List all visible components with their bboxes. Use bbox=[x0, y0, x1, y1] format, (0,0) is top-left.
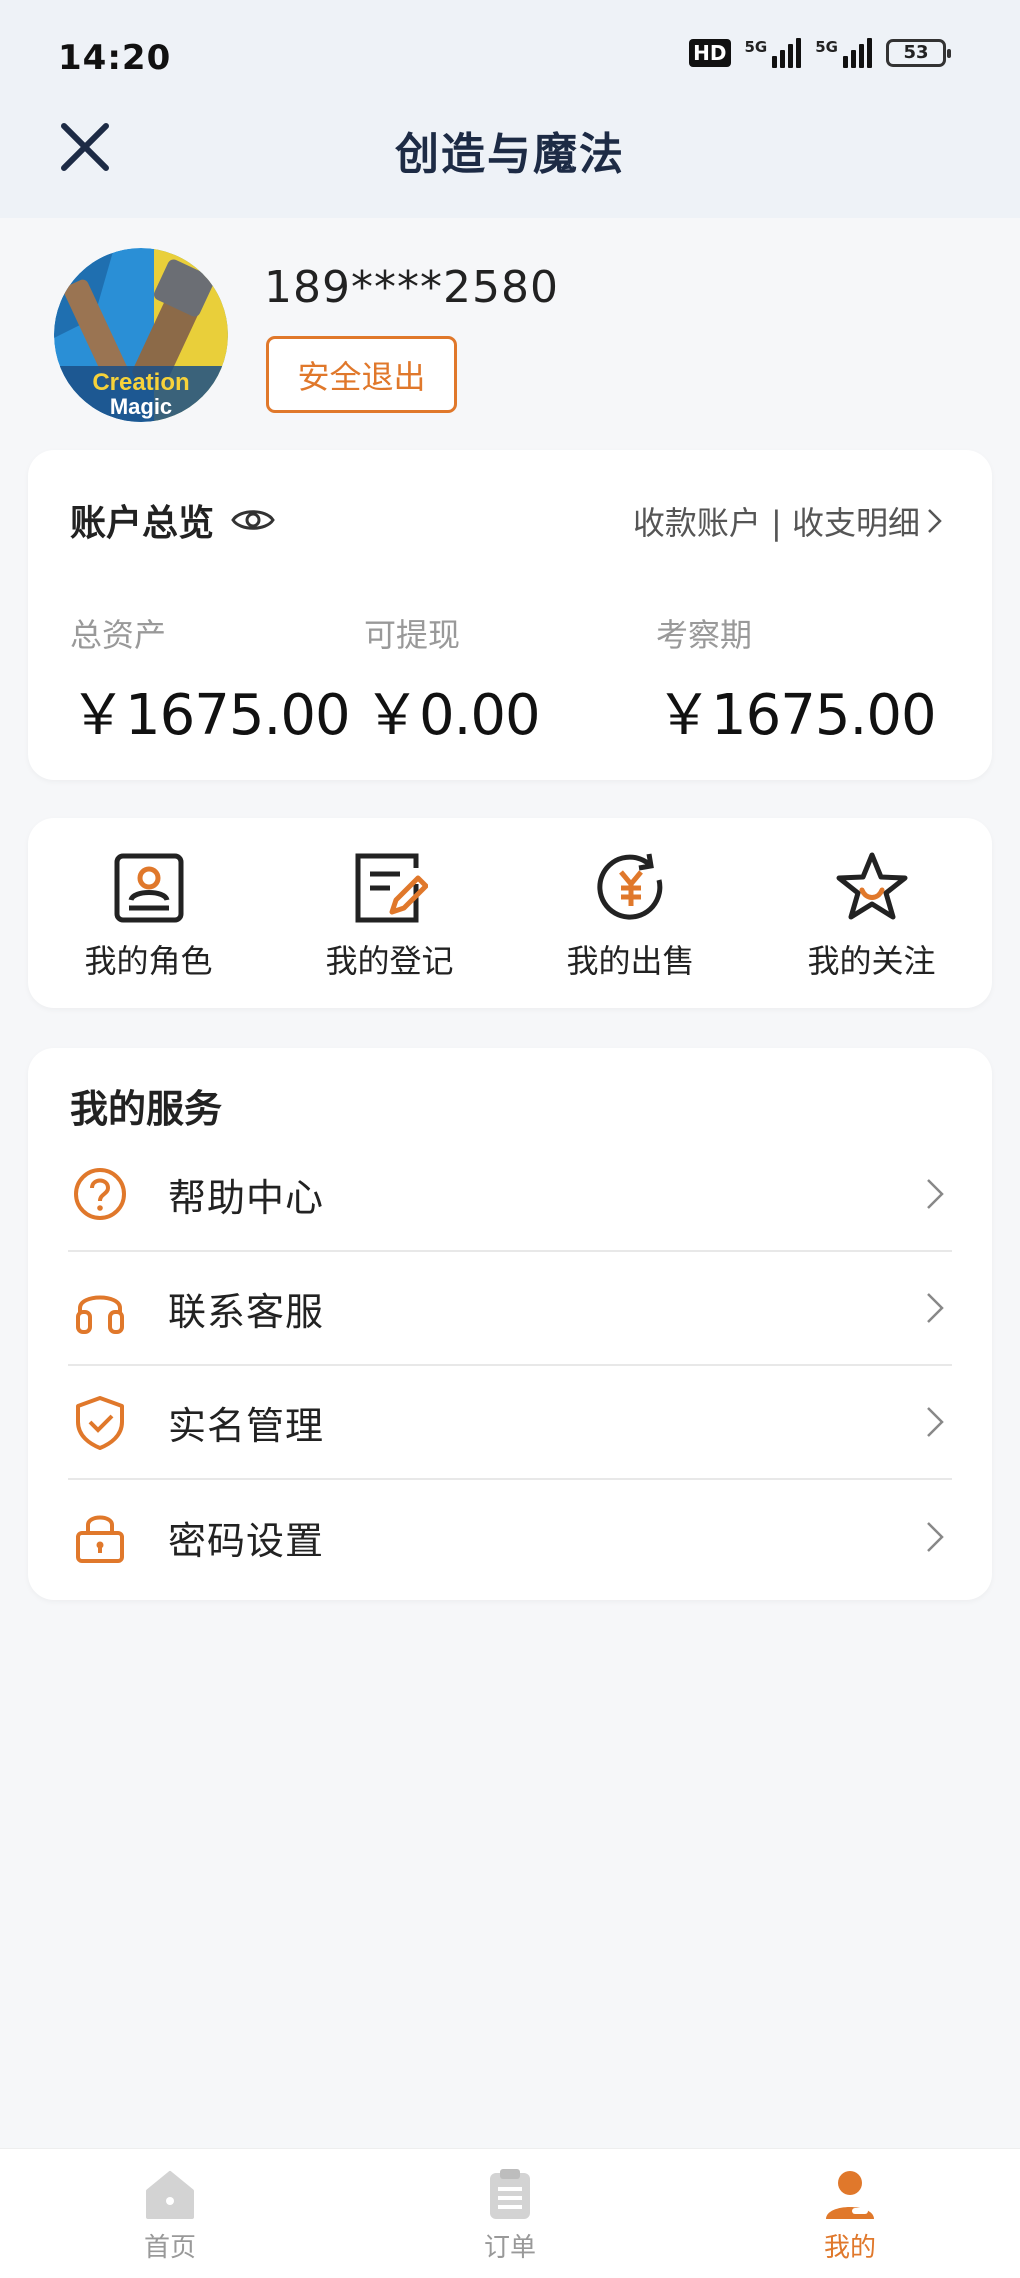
lock-icon bbox=[76, 1515, 124, 1563]
eye-icon[interactable] bbox=[230, 505, 276, 535]
chevron-right-icon bbox=[928, 509, 942, 533]
stat-withdrawable: 可提现 ￥0.00 bbox=[364, 610, 541, 751]
account-links[interactable]: 收款账户 | 收支明细 bbox=[633, 498, 944, 544]
chevron-right-icon bbox=[927, 1179, 944, 1209]
tab-mine[interactable]: 我的 bbox=[680, 2149, 1020, 2278]
service-label: 实名管理 bbox=[168, 1403, 325, 1448]
status-time: 14:20 bbox=[58, 38, 172, 78]
quick-label: 我的关注 bbox=[807, 942, 936, 980]
tab-orders[interactable]: 订单 bbox=[340, 2149, 680, 2278]
tab-label: 我的 bbox=[823, 2233, 876, 2263]
account-links-text[interactable]: 收款账户 | 收支明细 bbox=[633, 498, 920, 544]
services-card: 我的服务 帮助中心 联系客服 实名管理 密码设置 bbox=[28, 1048, 992, 1600]
stat-review-period: 考察期 ￥1675.00 bbox=[656, 610, 937, 751]
hd-badge: HD bbox=[689, 39, 731, 67]
tab-home[interactable]: 首页 bbox=[0, 2149, 340, 2278]
signal-5g-icon-2: 5G bbox=[815, 38, 872, 68]
stat-value: ￥0.00 bbox=[364, 683, 541, 748]
avatar[interactable]: Creation Magic bbox=[54, 248, 228, 422]
account-title-text: 账户总览 bbox=[70, 503, 215, 544]
service-label: 帮助中心 bbox=[168, 1175, 325, 1220]
chevron-right-icon bbox=[927, 1407, 944, 1437]
signal-5g-icon-1: 5G bbox=[745, 38, 802, 68]
stat-label: 可提现 bbox=[364, 616, 461, 654]
help-icon bbox=[74, 1168, 126, 1220]
user-phone: 189****2580 bbox=[264, 262, 559, 313]
tab-label: 订单 bbox=[483, 2233, 536, 2263]
network-label-2: 5G bbox=[815, 38, 838, 56]
stat-label: 总资产 bbox=[70, 616, 167, 654]
service-help-center[interactable]: 帮助中心 bbox=[68, 1138, 952, 1252]
service-label: 密码设置 bbox=[168, 1518, 325, 1563]
star-icon bbox=[836, 852, 907, 920]
stat-label: 考察期 bbox=[656, 616, 753, 654]
page-title: 创造与魔法 bbox=[395, 129, 625, 180]
bottom-tab-bar: 首页 订单 我的 bbox=[0, 2148, 1020, 2278]
home-icon bbox=[146, 2171, 194, 2219]
tab-label: 首页 bbox=[143, 2233, 196, 2263]
quick-my-sales[interactable]: 我的出售 bbox=[510, 818, 751, 1008]
service-real-name[interactable]: 实名管理 bbox=[68, 1366, 952, 1480]
quick-my-follows[interactable]: 我的关注 bbox=[751, 818, 992, 1008]
services-title: 我的服务 bbox=[70, 1087, 223, 1131]
user-icon bbox=[826, 2171, 874, 2219]
quick-label: 我的出售 bbox=[566, 942, 695, 980]
service-label: 联系客服 bbox=[168, 1289, 325, 1334]
svg-text:Magic: Magic bbox=[110, 394, 172, 419]
quick-my-registrations[interactable]: 我的登记 bbox=[269, 818, 510, 1008]
clipboard-icon bbox=[490, 2169, 530, 2219]
quick-label: 我的角色 bbox=[84, 942, 213, 980]
quick-my-roles[interactable]: 我的角色 bbox=[28, 818, 269, 1008]
shield-check-icon bbox=[76, 1396, 124, 1450]
chevron-right-icon bbox=[927, 1522, 944, 1552]
service-contact-support[interactable]: 联系客服 bbox=[68, 1252, 952, 1366]
chevron-right-icon bbox=[927, 1293, 944, 1323]
header-area: 14:20 HD 5G 5G 53 创造与魔法 bbox=[0, 0, 1020, 218]
quick-actions-card: 我的角色 我的登记 我的出售 我的关注 bbox=[28, 818, 992, 1008]
network-label-1: 5G bbox=[744, 38, 768, 56]
role-card-icon bbox=[114, 853, 183, 923]
battery-icon: 53 bbox=[886, 39, 951, 67]
service-password[interactable]: 密码设置 bbox=[68, 1480, 952, 1594]
app-page: 14:20 HD 5G 5G 53 创造与魔法 Creation Magic 1… bbox=[0, 0, 1020, 2278]
headset-icon bbox=[76, 1295, 124, 1334]
account-title: 账户总览 bbox=[70, 494, 276, 546]
status-icons: HD 5G 5G 53 bbox=[689, 38, 951, 68]
stat-value: ￥1675.00 bbox=[656, 683, 937, 748]
account-overview-card: 账户总览 收款账户 | 收支明细 总资产 ￥1675.00 可提现 ￥0.00 … bbox=[28, 450, 992, 780]
logout-button[interactable]: 安全退出 bbox=[266, 336, 457, 413]
yen-cycle-icon bbox=[596, 853, 662, 920]
stat-total-assets: 总资产 ￥1675.00 bbox=[70, 610, 351, 751]
services-list: 帮助中心 联系客服 实名管理 密码设置 bbox=[68, 1138, 952, 1594]
stat-value: ￥1675.00 bbox=[70, 683, 351, 748]
edit-note-icon bbox=[355, 853, 428, 923]
quick-label: 我的登记 bbox=[325, 942, 454, 980]
avatar-logo-text: Creation bbox=[92, 369, 189, 396]
